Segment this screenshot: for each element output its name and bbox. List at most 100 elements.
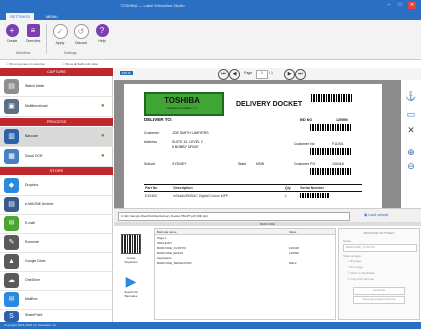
- barcode-icon: ▥: [4, 129, 19, 144]
- create-separator-button[interactable]: Create Separator: [120, 234, 142, 264]
- suburb-label: Suburb: [144, 162, 156, 166]
- maximize-button[interactable]: □: [396, 2, 404, 9]
- sidebar-item-barcode[interactable]: ▥ Barcode ●: [0, 127, 113, 147]
- anchor-icon[interactable]: ⚓: [405, 90, 417, 102]
- customer-label: Customer: [144, 131, 160, 135]
- zoom-select[interactable]: 100 %: [120, 71, 133, 75]
- preview-checkbox[interactable]: ☐ Show preview on selection: [6, 62, 45, 66]
- table-header-serial: Serial Number: [300, 186, 324, 190]
- document-preview[interactable]: TOSHIBA Leading Innovation >>> DELIVERY …: [114, 80, 401, 208]
- title-bar: TOSHIBA — Label Extraction Studio – □ ✕: [0, 0, 421, 12]
- section-store: STORE: [0, 167, 113, 175]
- option-checkbox[interactable]: ☐ Only first barcode: [347, 277, 374, 281]
- overview-button[interactable]: ≡ Overview: [23, 24, 43, 43]
- sample-file-select[interactable]: C:\EC Sample Files\Toshiba Delivery Dock…: [118, 212, 350, 221]
- undo-icon: ↺: [73, 24, 89, 39]
- barcode-image: [311, 94, 353, 102]
- window-title: TOSHIBA — Label Extraction Studio: [120, 3, 185, 8]
- generate-button[interactable]: Generate: [353, 287, 405, 295]
- document-toolbar: 100 % ⏮ ◀ Page 1 / 1 ▶ ⏭: [114, 68, 421, 80]
- state-value: NSW: [256, 162, 265, 166]
- eid-label: EID NO: [300, 118, 313, 122]
- sample-file-row: C:\EC Sample Files\Toshiba Delivery Dock…: [114, 208, 421, 222]
- option-radio[interactable]: ○ First page: [347, 265, 363, 269]
- page-input[interactable]: 1: [256, 70, 268, 79]
- tab-menu[interactable]: MENU: [42, 13, 62, 20]
- table-row[interactable]: BARCODE_SEPARATOR DELV: [155, 260, 335, 265]
- sidebar-item-onedrive[interactable]: ☁ OneDrive: [0, 271, 113, 291]
- zoom-in-icon[interactable]: ⊕: [405, 146, 417, 158]
- pin-icon[interactable]: ●: [101, 153, 107, 160]
- settings-title: BARCODE SETTINGS: [363, 231, 395, 235]
- barcode-panel: Create Separator ▶ Search All Barcodes B…: [114, 226, 421, 322]
- sidebar-item-dropbox[interactable]: ◆ Dropbox: [0, 176, 113, 196]
- sidebar-item-sharepoint[interactable]: S SharePoint: [0, 309, 113, 323]
- pin-icon[interactable]: ●: [101, 103, 107, 110]
- toshiba-logo: TOSHIBA Leading Innovation >>>: [144, 92, 224, 116]
- sidebar-item-label: E-mail: [25, 221, 35, 225]
- option-checkbox[interactable]: ☐ Write to Metadata: [347, 271, 374, 275]
- sidebar-item-email[interactable]: ✉ E-mail: [0, 214, 113, 234]
- customer-no-value: F11001: [332, 142, 344, 146]
- archive-icon: ▤: [4, 197, 19, 212]
- sidebar-item-zonal-ocr[interactable]: ▦ Zonal OCR ●: [0, 147, 113, 167]
- option-radio[interactable]: ○ All pages: [347, 259, 362, 263]
- sidebar-item-label: e-MAGNE Archive: [25, 202, 54, 206]
- eid-value: 120590: [336, 118, 348, 122]
- folder-icon: ▤: [4, 79, 19, 94]
- section-capture: CAPTURE: [0, 68, 113, 76]
- table-header-description: Description: [173, 186, 193, 190]
- printer-icon: ▣: [4, 99, 19, 114]
- pin-icon[interactable]: ●: [101, 133, 107, 140]
- barcode-image: [300, 193, 331, 198]
- document-heading: DELIVERY DOCKET: [236, 101, 303, 108]
- drive-icon: ▲: [4, 254, 19, 269]
- name-field[interactable]: BARCODE_CUSTPO: [343, 244, 417, 252]
- help-label: Help: [98, 39, 106, 43]
- first-page-icon[interactable]: ⏮: [218, 69, 229, 80]
- delete-icon[interactable]: ✕: [405, 124, 417, 136]
- barcode-table: Barcode name Value Page 1 ARCHIVE? BARCO…: [154, 228, 336, 320]
- search-barcodes-button[interactable]: ▶ Search All Barcodes: [120, 274, 142, 298]
- close-window-button[interactable]: ✕: [408, 2, 416, 9]
- help-icon: ?: [95, 24, 109, 37]
- search-barcodes-label: Search All Barcodes: [124, 290, 138, 298]
- next-page-icon[interactable]: ▶: [284, 69, 295, 80]
- sharepoint-icon: S: [4, 311, 19, 322]
- minimize-button[interactable]: –: [385, 2, 393, 9]
- address-line-2: 5 BOBBY DRIVE: [172, 145, 199, 149]
- zoom-out-icon[interactable]: ⊖: [405, 160, 417, 172]
- sidebar-item-google-drive[interactable]: ▲ Google Drive: [0, 252, 113, 272]
- sidebar-item-watch-folder[interactable]: ▤ Watch folder: [0, 77, 113, 97]
- sidebar-item-label: Evernote: [25, 240, 40, 244]
- help-button[interactable]: ? Help: [92, 24, 112, 43]
- deliver-to-label: DELIVER TO:: [144, 117, 173, 122]
- show-fields-checkbox[interactable]: ☐ Show all fields with data: [62, 62, 98, 66]
- tab-settings[interactable]: SETTINGS: [6, 13, 35, 20]
- sidebar-item-label: MailBox: [25, 297, 38, 301]
- sidebar-item-multifunctional[interactable]: ▣ Multifunctional ●: [0, 97, 113, 117]
- ribbon-separator: [46, 24, 47, 54]
- overview-label: Overview: [25, 39, 41, 43]
- table-header-qty: Qty: [284, 186, 291, 190]
- dropbox-icon: ◆: [4, 178, 19, 193]
- cloud-icon: ☁: [4, 273, 19, 288]
- discard-button[interactable]: ↺ Discard: [71, 24, 91, 45]
- save-generated-button[interactable]: Save generated barcode: [353, 296, 405, 304]
- sidebar-item-evernote[interactable]: ✎ Evernote: [0, 233, 113, 253]
- sidebar-item-mailbox[interactable]: ✉ MailBox: [0, 290, 113, 310]
- last-page-icon[interactable]: ⏭: [295, 69, 306, 80]
- options-label: Store as type: [343, 254, 361, 258]
- document-page: TOSHIBA Leading Innovation >>> DELIVERY …: [124, 84, 382, 208]
- sidebar-item-archive[interactable]: ▤ e-MAGNE Archive: [0, 195, 113, 215]
- table-header-part: Part No: [145, 186, 158, 190]
- list-icon: ≡: [26, 24, 40, 37]
- load-sample-button[interactable]: ▣ Load sample: [360, 212, 392, 219]
- create-button[interactable]: + Create: [2, 24, 22, 43]
- apply-button[interactable]: ✓ Apply: [50, 24, 70, 45]
- play-icon: ▶: [125, 273, 137, 289]
- rectangle-icon[interactable]: ▭: [405, 108, 417, 120]
- prev-page-icon[interactable]: ◀: [229, 69, 240, 80]
- customer-no-label: Customer No: [294, 142, 315, 146]
- customer-value: JOE SMITH LAWYERS: [172, 131, 209, 135]
